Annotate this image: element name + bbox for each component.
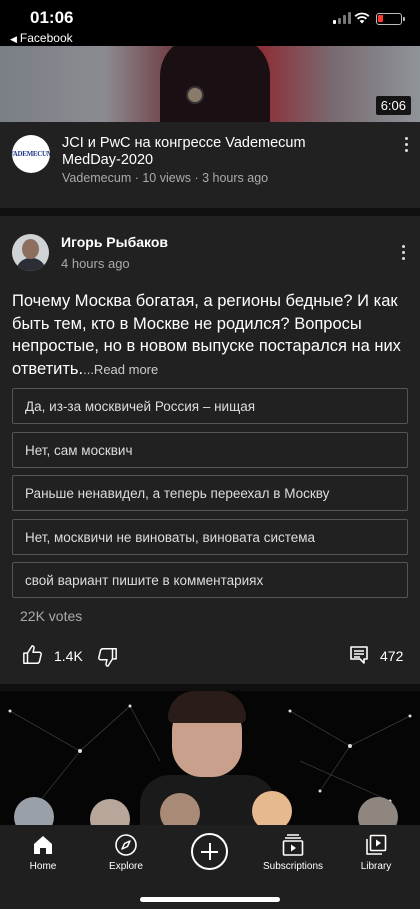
home-icon (34, 836, 52, 854)
create-icon[interactable] (191, 833, 228, 870)
compass-icon (115, 834, 137, 856)
thumbnail-face (252, 791, 292, 825)
thumbnail-person-hair (168, 691, 246, 723)
back-arrow-icon: ◀ (10, 34, 17, 44)
poll-option[interactable]: Нет, москвичи не виноваты, виновата сист… (12, 519, 408, 555)
like-count: 1.4K (54, 648, 83, 664)
channel-avatar-logo: VADEMECUM (12, 150, 50, 158)
clock: 01:06 (30, 8, 74, 27)
post-actions: 1.4K 472 (0, 644, 420, 668)
back-app-label: Facebook (19, 31, 73, 45)
thumbnail-face (160, 793, 200, 825)
feed-divider (0, 208, 420, 216)
cellular-signal-icon (333, 12, 351, 24)
comment-count: 472 (380, 648, 404, 664)
post-body: Почему Москва богатая, а регионы бедные?… (12, 292, 401, 378)
video-duration-badge: 6:06 (375, 96, 411, 115)
status-bar: 01:06 ◀ Facebook (0, 0, 420, 46)
poll-option[interactable]: свой вариант пишите в комментариях (12, 562, 408, 598)
thumbnail-person (160, 46, 270, 122)
thumbnail-necklace (186, 86, 204, 104)
author-avatar[interactable] (12, 234, 49, 271)
video-more-options-icon[interactable] (396, 134, 416, 154)
poll-vote-count: 22K votes (20, 608, 83, 624)
wifi-icon (354, 12, 370, 24)
back-to-app-link[interactable]: ◀ Facebook (10, 31, 73, 45)
poll-option[interactable]: Да, из-за москвичей Россия – нищая (12, 388, 408, 424)
library-icon (366, 834, 387, 855)
tab-library-label: Library (360, 861, 392, 872)
tab-library[interactable]: Library (334, 833, 418, 872)
post-timestamp: 4 hours ago (61, 256, 130, 271)
post-author-name[interactable]: Игорь Рыбаков (61, 234, 168, 250)
poll-option[interactable]: Нет, сам москвич (12, 432, 408, 468)
video-thumbnail[interactable] (0, 691, 420, 825)
comment-icon[interactable] (349, 645, 369, 665)
video-meta: Vademecum · 10 views · 3 hours ago (62, 171, 269, 185)
video-thumbnail[interactable]: 6:06 (0, 46, 420, 122)
read-more-link[interactable]: ...Read more (83, 362, 158, 377)
feed-divider (0, 684, 420, 691)
thumbs-up-icon[interactable] (22, 644, 44, 666)
video-title[interactable]: JCI и PwC на конгрессе Vademecum MedDay-… (62, 135, 362, 169)
tab-home[interactable]: Home (1, 833, 85, 872)
community-post: Игорь Рыбаков 4 hours ago Почему Москва … (0, 216, 420, 684)
poll-option[interactable]: Раньше ненавидел, а теперь переехал в Мо… (12, 475, 408, 511)
post-text: Почему Москва богатая, а регионы бедные?… (12, 290, 408, 381)
battery-icon (376, 13, 405, 25)
tab-subscriptions[interactable]: Subscriptions (251, 833, 335, 872)
tab-explore-label: Explore (109, 861, 143, 872)
thumbs-down-icon[interactable] (96, 646, 118, 668)
tab-explore[interactable]: Explore (84, 833, 168, 872)
video-info[interactable]: VADEMECUM JCI и PwC на конгрессе Vademec… (0, 122, 420, 208)
subscriptions-icon (282, 834, 304, 856)
channel-avatar[interactable]: VADEMECUM (12, 135, 50, 173)
tab-home-label: Home (29, 861, 57, 872)
home-indicator[interactable] (140, 897, 280, 902)
post-more-options-icon[interactable] (393, 242, 413, 262)
tab-subscriptions-label: Subscriptions (262, 861, 324, 872)
